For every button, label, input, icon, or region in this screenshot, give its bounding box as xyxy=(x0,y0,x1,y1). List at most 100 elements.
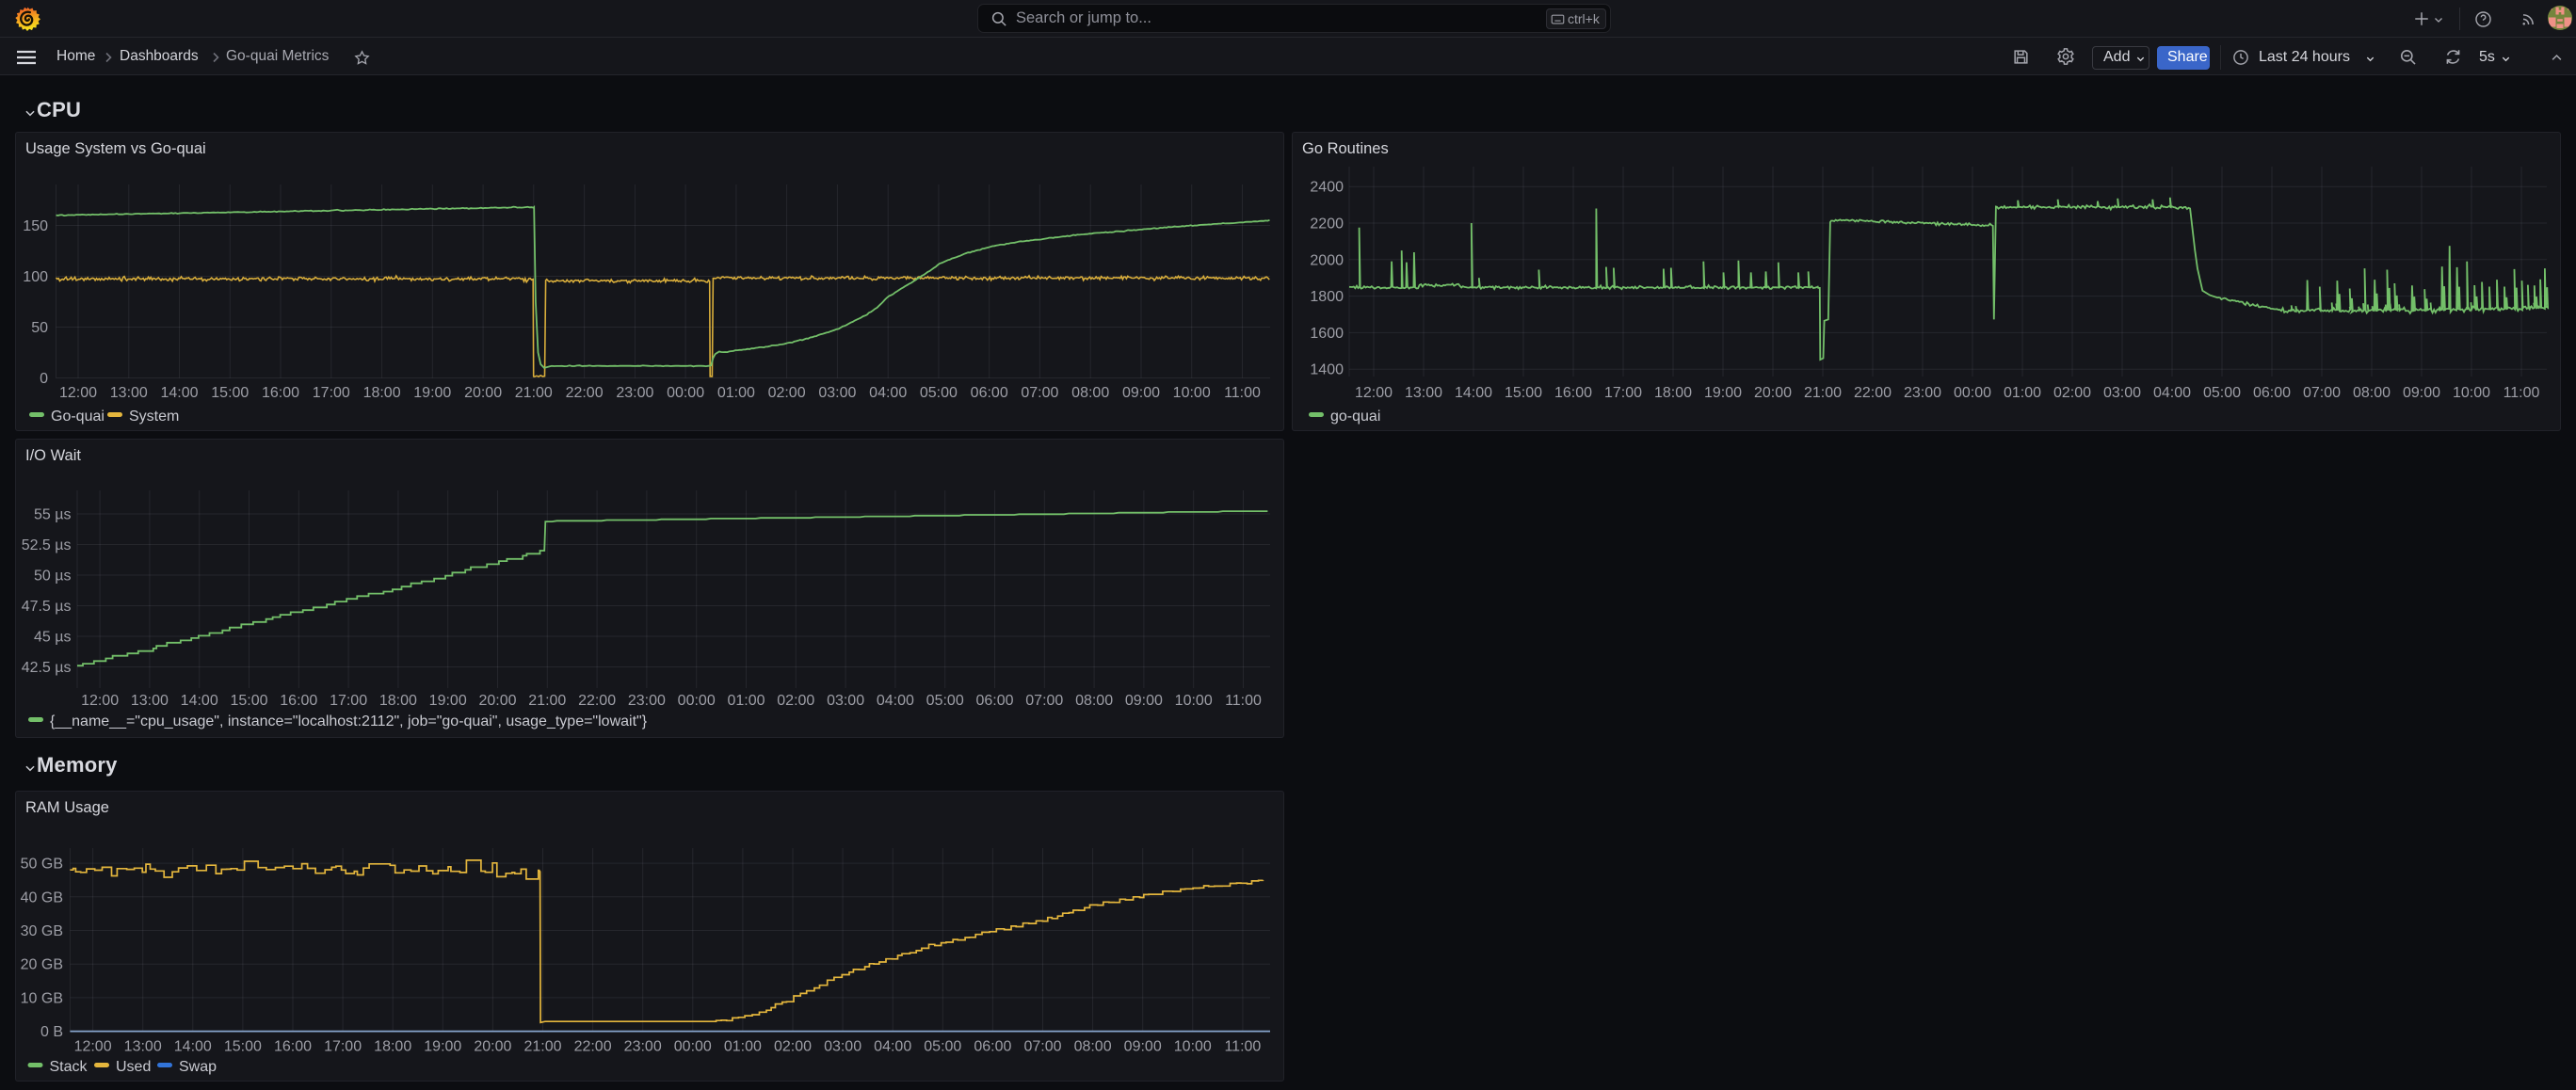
svg-text:0: 0 xyxy=(40,371,48,387)
svg-text:16:00: 16:00 xyxy=(262,385,299,401)
svg-text:1400: 1400 xyxy=(1310,362,1344,378)
svg-text:19:00: 19:00 xyxy=(429,693,467,709)
svg-text:12:00: 12:00 xyxy=(81,693,119,709)
svg-text:18:00: 18:00 xyxy=(1654,385,1692,401)
svg-text:19:00: 19:00 xyxy=(424,1039,461,1055)
svg-text:15:00: 15:00 xyxy=(230,693,267,709)
svg-text:12:00: 12:00 xyxy=(59,385,97,401)
svg-text:18:00: 18:00 xyxy=(379,693,417,709)
svg-text:11:00: 11:00 xyxy=(1224,385,1261,401)
svg-text:22:00: 22:00 xyxy=(1854,385,1892,401)
svg-text:23:00: 23:00 xyxy=(1904,385,1941,401)
svg-text:05:00: 05:00 xyxy=(2203,385,2241,401)
svg-text:40 GB: 40 GB xyxy=(21,890,63,906)
svg-text:12:00: 12:00 xyxy=(1355,385,1393,401)
svg-text:14:00: 14:00 xyxy=(160,385,198,401)
svg-text:22:00: 22:00 xyxy=(566,385,604,401)
svg-text:17:00: 17:00 xyxy=(330,693,367,709)
svg-text:03:00: 03:00 xyxy=(2103,385,2141,401)
svg-text:21:00: 21:00 xyxy=(523,1039,561,1055)
svg-text:10:00: 10:00 xyxy=(1174,1039,1212,1055)
svg-text:23:00: 23:00 xyxy=(628,693,666,709)
svg-text:System: System xyxy=(129,409,179,425)
svg-text:11:00: 11:00 xyxy=(2504,385,2540,401)
svg-text:04:00: 04:00 xyxy=(2153,385,2191,401)
svg-text:18:00: 18:00 xyxy=(363,385,401,401)
svg-text:23:00: 23:00 xyxy=(624,1039,662,1055)
svg-text:03:00: 03:00 xyxy=(824,1039,861,1055)
svg-text:1600: 1600 xyxy=(1310,326,1344,342)
svg-text:13:00: 13:00 xyxy=(124,1039,162,1055)
svg-text:06:00: 06:00 xyxy=(975,693,1013,709)
svg-text:02:00: 02:00 xyxy=(768,385,806,401)
svg-text:Swap: Swap xyxy=(179,1059,217,1075)
svg-text:05:00: 05:00 xyxy=(920,385,958,401)
svg-text:0 B: 0 B xyxy=(40,1024,63,1040)
svg-text:22:00: 22:00 xyxy=(578,693,616,709)
svg-text:20:00: 20:00 xyxy=(1754,385,1792,401)
svg-text:13:00: 13:00 xyxy=(1405,385,1442,401)
svg-text:42.5 µs: 42.5 µs xyxy=(22,660,72,676)
svg-text:15:00: 15:00 xyxy=(1505,385,1542,401)
svg-text:17:00: 17:00 xyxy=(324,1039,362,1055)
svg-text:20:00: 20:00 xyxy=(478,693,516,709)
svg-text:14:00: 14:00 xyxy=(181,693,218,709)
svg-text:16:00: 16:00 xyxy=(280,693,317,709)
svg-text:{__name__="cpu_usage", instanc: {__name__="cpu_usage", instance="localho… xyxy=(50,713,648,729)
svg-text:45 µs: 45 µs xyxy=(34,630,71,646)
svg-text:01:00: 01:00 xyxy=(2004,385,2041,401)
svg-text:05:00: 05:00 xyxy=(926,693,964,709)
svg-text:17:00: 17:00 xyxy=(1604,385,1642,401)
svg-text:09:00: 09:00 xyxy=(1124,1039,1162,1055)
svg-text:20:00: 20:00 xyxy=(464,385,502,401)
svg-text:06:00: 06:00 xyxy=(2253,385,2291,401)
svg-text:07:00: 07:00 xyxy=(1021,385,1058,401)
svg-text:20 GB: 20 GB xyxy=(21,957,63,973)
svg-text:10:00: 10:00 xyxy=(1173,385,1211,401)
svg-text:09:00: 09:00 xyxy=(1125,693,1163,709)
svg-text:150: 150 xyxy=(23,218,48,234)
svg-text:08:00: 08:00 xyxy=(1071,385,1109,401)
svg-text:02:00: 02:00 xyxy=(2053,385,2091,401)
svg-text:30 GB: 30 GB xyxy=(21,923,63,939)
svg-text:07:00: 07:00 xyxy=(1023,1039,1061,1055)
svg-text:01:00: 01:00 xyxy=(724,1039,762,1055)
svg-text:50 µs: 50 µs xyxy=(34,569,71,585)
svg-text:00:00: 00:00 xyxy=(667,385,704,401)
svg-text:10:00: 10:00 xyxy=(1175,693,1213,709)
svg-text:go-quai: go-quai xyxy=(1330,409,1380,425)
svg-text:01:00: 01:00 xyxy=(727,693,765,709)
svg-text:07:00: 07:00 xyxy=(1025,693,1063,709)
svg-text:11:00: 11:00 xyxy=(1224,1039,1261,1055)
svg-text:03:00: 03:00 xyxy=(827,693,864,709)
svg-text:15:00: 15:00 xyxy=(224,1039,262,1055)
svg-text:47.5 µs: 47.5 µs xyxy=(22,599,72,615)
svg-text:Stack: Stack xyxy=(50,1059,89,1075)
svg-text:03:00: 03:00 xyxy=(818,385,856,401)
svg-text:19:00: 19:00 xyxy=(1704,385,1742,401)
svg-text:2400: 2400 xyxy=(1310,180,1344,196)
svg-text:19:00: 19:00 xyxy=(413,385,451,401)
svg-text:50: 50 xyxy=(31,320,48,336)
svg-text:55 µs: 55 µs xyxy=(34,507,71,523)
svg-text:50 GB: 50 GB xyxy=(21,857,63,873)
svg-text:13:00: 13:00 xyxy=(131,693,169,709)
svg-text:16:00: 16:00 xyxy=(1554,385,1592,401)
svg-text:08:00: 08:00 xyxy=(1074,1039,1112,1055)
svg-text:2000: 2000 xyxy=(1310,252,1344,268)
svg-text:06:00: 06:00 xyxy=(971,385,1008,401)
svg-text:11:00: 11:00 xyxy=(1225,693,1262,709)
svg-text:14:00: 14:00 xyxy=(1455,385,1492,401)
svg-text:06:00: 06:00 xyxy=(974,1039,1011,1055)
svg-text:16:00: 16:00 xyxy=(274,1039,312,1055)
svg-text:09:00: 09:00 xyxy=(1122,385,1160,401)
svg-text:10 GB: 10 GB xyxy=(21,990,63,1006)
svg-text:07:00: 07:00 xyxy=(2303,385,2341,401)
svg-text:08:00: 08:00 xyxy=(1075,693,1113,709)
svg-text:09:00: 09:00 xyxy=(2403,385,2440,401)
svg-text:10:00: 10:00 xyxy=(2453,385,2490,401)
svg-text:100: 100 xyxy=(23,269,48,285)
svg-text:13:00: 13:00 xyxy=(110,385,148,401)
svg-text:02:00: 02:00 xyxy=(777,693,814,709)
svg-text:12:00: 12:00 xyxy=(74,1039,112,1055)
